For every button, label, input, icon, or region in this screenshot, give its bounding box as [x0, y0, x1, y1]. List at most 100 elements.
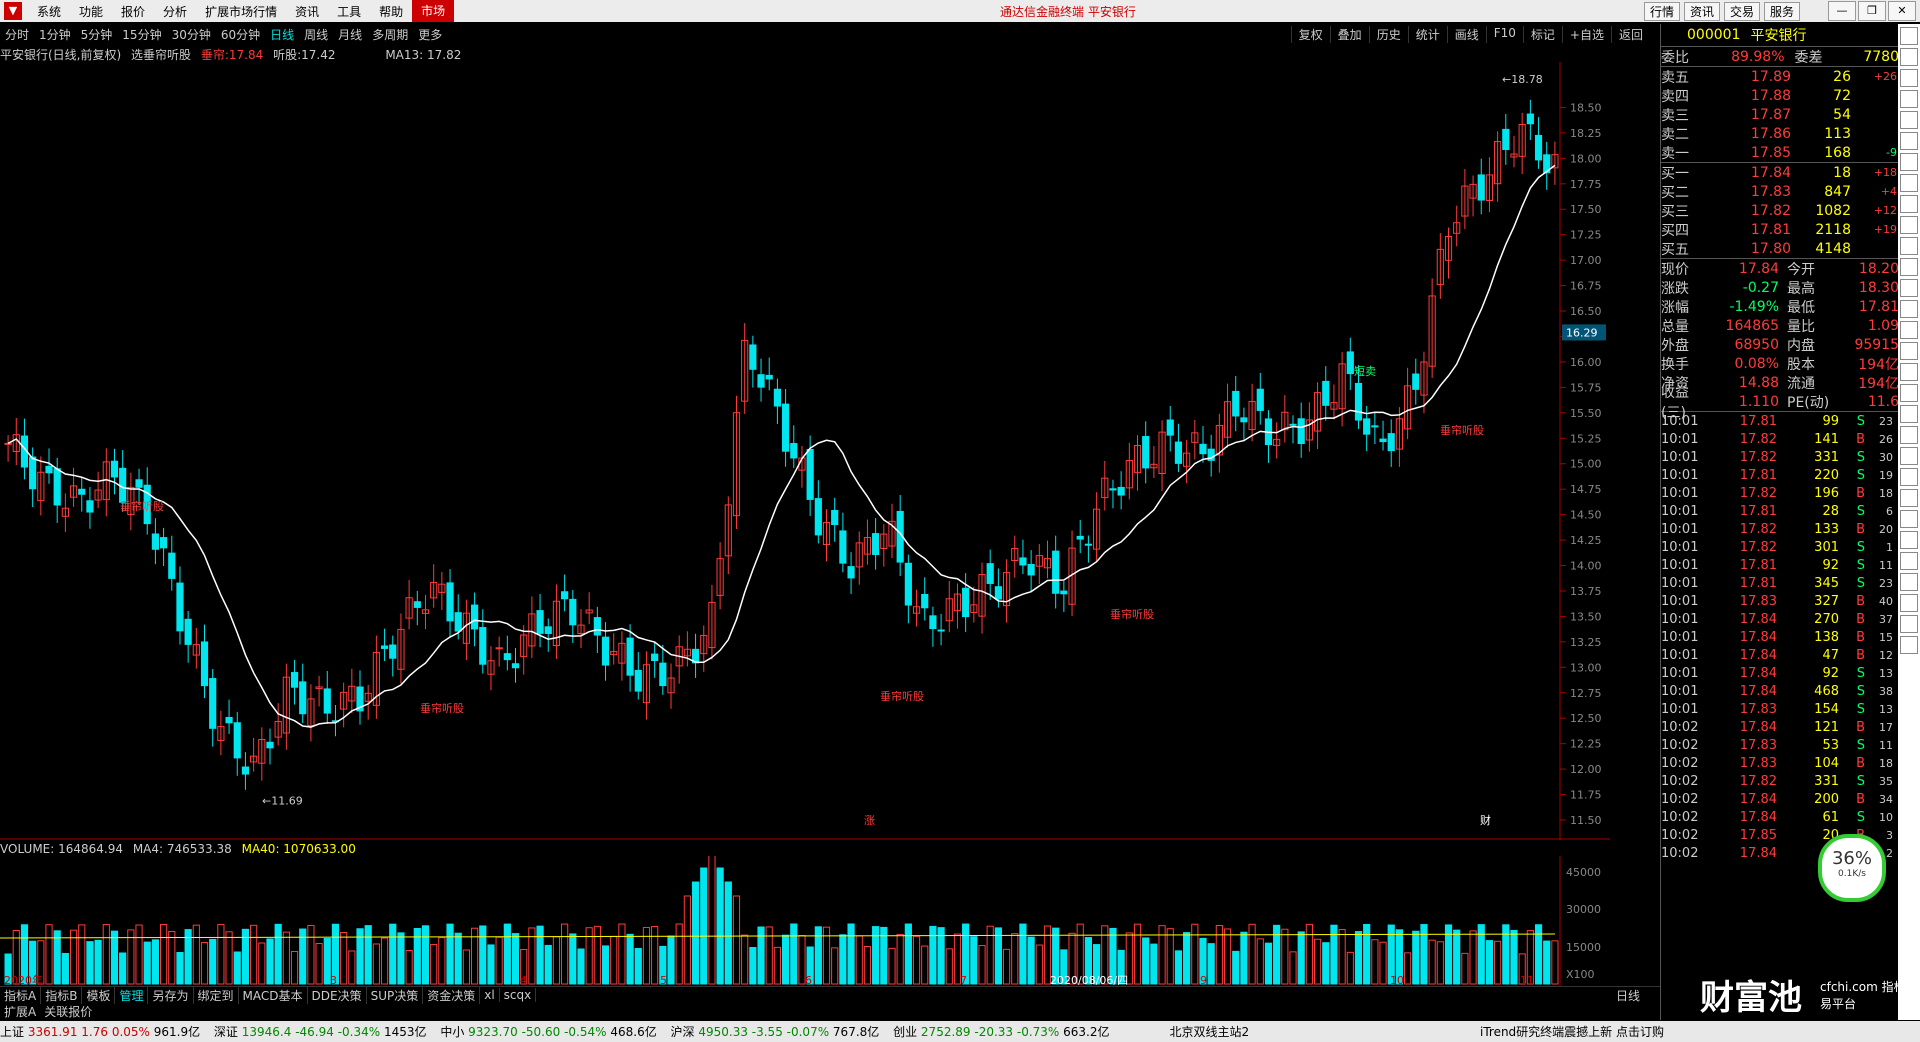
side-tool-icon[interactable] — [1900, 552, 1918, 570]
buys-row[interactable]: 买五 17.80 4148 — [1661, 239, 1899, 258]
tab-quote[interactable]: 行情 — [1643, 1, 1680, 21]
side-tool-icon[interactable] — [1900, 174, 1918, 192]
tab-ext-a[interactable]: 扩展A — [0, 1003, 40, 1019]
index-quote[interactable]: 深证 13946.4 -46.94 -0.34% 1453亿 — [214, 1025, 430, 1039]
side-tool-icon[interactable] — [1900, 258, 1918, 276]
mark-button[interactable]: 标记 — [1522, 25, 1562, 43]
sells-row[interactable]: 卖三 17.87 54 — [1661, 105, 1899, 124]
side-tool-icon[interactable] — [1900, 573, 1918, 591]
side-tool-icon[interactable] — [1900, 447, 1918, 465]
index-quote[interactable]: 创业 2752.89 -20.33 -0.73% 663.2亿 — [893, 1025, 1109, 1039]
side-tool-icon[interactable] — [1900, 111, 1918, 129]
tick-row[interactable]: 10:01 17.81 28 S 6 — [1661, 502, 1899, 520]
draw-button[interactable]: 画线 — [1446, 25, 1486, 43]
fuquan-button[interactable]: 复权 — [1290, 25, 1330, 43]
side-tool-icon[interactable] — [1900, 405, 1918, 423]
menu-item-tools[interactable]: 工具 — [328, 3, 370, 20]
menu-item-help[interactable]: 帮助 — [370, 3, 412, 20]
tab-news[interactable]: 资讯 — [1683, 1, 1720, 21]
index-quote[interactable]: 上证 3361.91 1.76 0.05% 961.9亿 — [0, 1025, 204, 1039]
maximize-icon[interactable]: ❐ — [1858, 1, 1886, 21]
tick-row[interactable]: 10:02 17.84 61 S 10 — [1661, 808, 1899, 826]
side-tool-icon[interactable] — [1900, 426, 1918, 444]
sells-row[interactable]: 卖一 17.85 168 -9 — [1661, 143, 1899, 162]
side-tool-icon[interactable] — [1900, 27, 1918, 45]
side-tool-icon[interactable] — [1900, 69, 1918, 87]
tab-related-quote[interactable]: 关联报价 — [40, 1003, 96, 1019]
menu-item-system[interactable]: 系统 — [28, 3, 70, 20]
period-30min[interactable]: 30分钟 — [167, 26, 216, 43]
history-button[interactable]: 历史 — [1368, 25, 1408, 43]
side-tool-icon[interactable] — [1900, 363, 1918, 381]
tab-indicator-b[interactable]: 指标B — [41, 986, 83, 1004]
menu-item-analysis[interactable]: 分析 — [154, 3, 196, 20]
tick-row[interactable]: 10:01 17.84 138 B 15 — [1661, 628, 1899, 646]
menu-item-quote[interactable]: 报价 — [112, 3, 154, 20]
server-name[interactable]: 北京双线主站2 — [1169, 1023, 1249, 1040]
side-tool-icon[interactable] — [1900, 636, 1918, 654]
sells-row[interactable]: 卖四 17.88 72 — [1661, 86, 1899, 105]
tab-bind-to[interactable]: 绑定到 — [194, 986, 239, 1004]
overlay-button[interactable]: 叠加 — [1329, 25, 1369, 43]
tick-row[interactable]: 10:01 17.82 196 B 18 — [1661, 484, 1899, 502]
period-multi[interactable]: 多周期 — [367, 26, 413, 43]
side-tool-icon[interactable] — [1900, 531, 1918, 549]
period-15min[interactable]: 15分钟 — [117, 26, 166, 43]
side-tool-icon[interactable] — [1900, 216, 1918, 234]
sells-row[interactable]: 卖五 17.89 26 +26 — [1661, 67, 1899, 86]
side-tool-icon[interactable] — [1900, 300, 1918, 318]
side-tool-icon[interactable] — [1900, 468, 1918, 486]
menu-item-market[interactable]: 市场 — [412, 0, 455, 22]
buys-row[interactable]: 买一 17.84 18 +18 — [1661, 163, 1899, 182]
tick-row[interactable]: 10:01 17.83 327 B 40 — [1661, 592, 1899, 610]
tick-row[interactable]: 10:01 17.81 92 S 11 — [1661, 556, 1899, 574]
tick-list[interactable]: 10:01 17.81 99 S 23 10:01 17.82 141 B 26 10:01 17.8… — [1661, 411, 1899, 862]
tab-manage[interactable]: 管理 — [115, 986, 149, 1004]
add-favorite-button[interactable]: +自选 — [1561, 25, 1611, 43]
close-icon[interactable]: ✕ — [1888, 1, 1916, 21]
period-fenshi[interactable]: 分时 — [0, 26, 34, 43]
tab-scqx[interactable]: scqx — [500, 988, 537, 1002]
tab-sup[interactable]: SUP决策 — [367, 986, 424, 1004]
tab-macd[interactable]: MACD基本 — [239, 986, 308, 1004]
back-button[interactable]: 返回 — [1610, 25, 1650, 43]
period-label[interactable]: 日线 — [1612, 987, 1644, 1004]
tick-row[interactable]: 10:01 17.83 154 S 13 — [1661, 700, 1899, 718]
side-tool-icon[interactable] — [1900, 279, 1918, 297]
tab-indicator-a[interactable]: 指标A — [0, 986, 42, 1004]
side-tool-icon[interactable] — [1900, 342, 1918, 360]
volume-chart[interactable]: 45000 30000 15000 X100 2020年 3 4 5 6 7 2020/08/06/… — [0, 853, 1610, 987]
kline-svg[interactable]: 18.50 18.25 18.00 17.75 17.50 17.25 17.00 16.75… — [0, 62, 1610, 840]
minimize-icon[interactable]: — — [1828, 1, 1856, 21]
stats-button[interactable]: 统计 — [1407, 25, 1447, 43]
buys-row[interactable]: 买四 17.81 2118 +19 — [1661, 220, 1899, 239]
tab-save-as[interactable]: 另存为 — [148, 986, 194, 1004]
tick-row[interactable]: 10:02 17.83 53 S 11 — [1661, 736, 1899, 754]
tab-template[interactable]: 模板 — [82, 986, 116, 1004]
period-more[interactable]: 更多 — [413, 26, 447, 43]
tab-dde[interactable]: DDE决策 — [308, 986, 367, 1004]
tick-row[interactable]: 10:01 17.81 220 S 19 — [1661, 466, 1899, 484]
side-tool-icon[interactable] — [1900, 510, 1918, 528]
indicator-name[interactable]: 选垂帘听股 — [131, 48, 191, 62]
tick-row[interactable]: 10:01 17.82 133 B 20 — [1661, 520, 1899, 538]
volume-svg[interactable]: 45000 30000 15000 X100 2020年 3 4 5 6 7 2020/08/06/… — [0, 853, 1610, 987]
menu-item-news[interactable]: 资讯 — [286, 3, 328, 20]
side-tool-icon[interactable] — [1900, 321, 1918, 339]
tick-row[interactable]: 10:01 17.81 345 S 23 — [1661, 574, 1899, 592]
side-tool-icon[interactable] — [1900, 195, 1918, 213]
side-tool-icon[interactable] — [1900, 594, 1918, 612]
buys-row[interactable]: 买二 17.83 847 +4 — [1661, 182, 1899, 201]
period-60min[interactable]: 60分钟 — [216, 26, 265, 43]
kline-chart[interactable]: 18.50 18.25 18.00 17.75 17.50 17.25 17.00 16.75… — [0, 62, 1610, 840]
tick-row[interactable]: 10:01 17.84 468 S 38 — [1661, 682, 1899, 700]
side-tool-icon[interactable] — [1900, 384, 1918, 402]
side-tool-icon[interactable] — [1900, 615, 1918, 633]
period-1min[interactable]: 1分钟 — [34, 26, 76, 43]
tab-service[interactable]: 服务 — [1763, 1, 1800, 21]
tick-row[interactable]: 10:01 17.84 92 S 13 — [1661, 664, 1899, 682]
tick-row[interactable]: 10:01 17.82 141 B 26 — [1661, 430, 1899, 448]
news-ticker[interactable]: iTrend研究终端震撼上新 点击订购 — [1480, 1023, 1664, 1040]
tick-row[interactable]: 10:02 17.83 104 B 18 — [1661, 754, 1899, 772]
side-tool-icon[interactable] — [1900, 132, 1918, 150]
